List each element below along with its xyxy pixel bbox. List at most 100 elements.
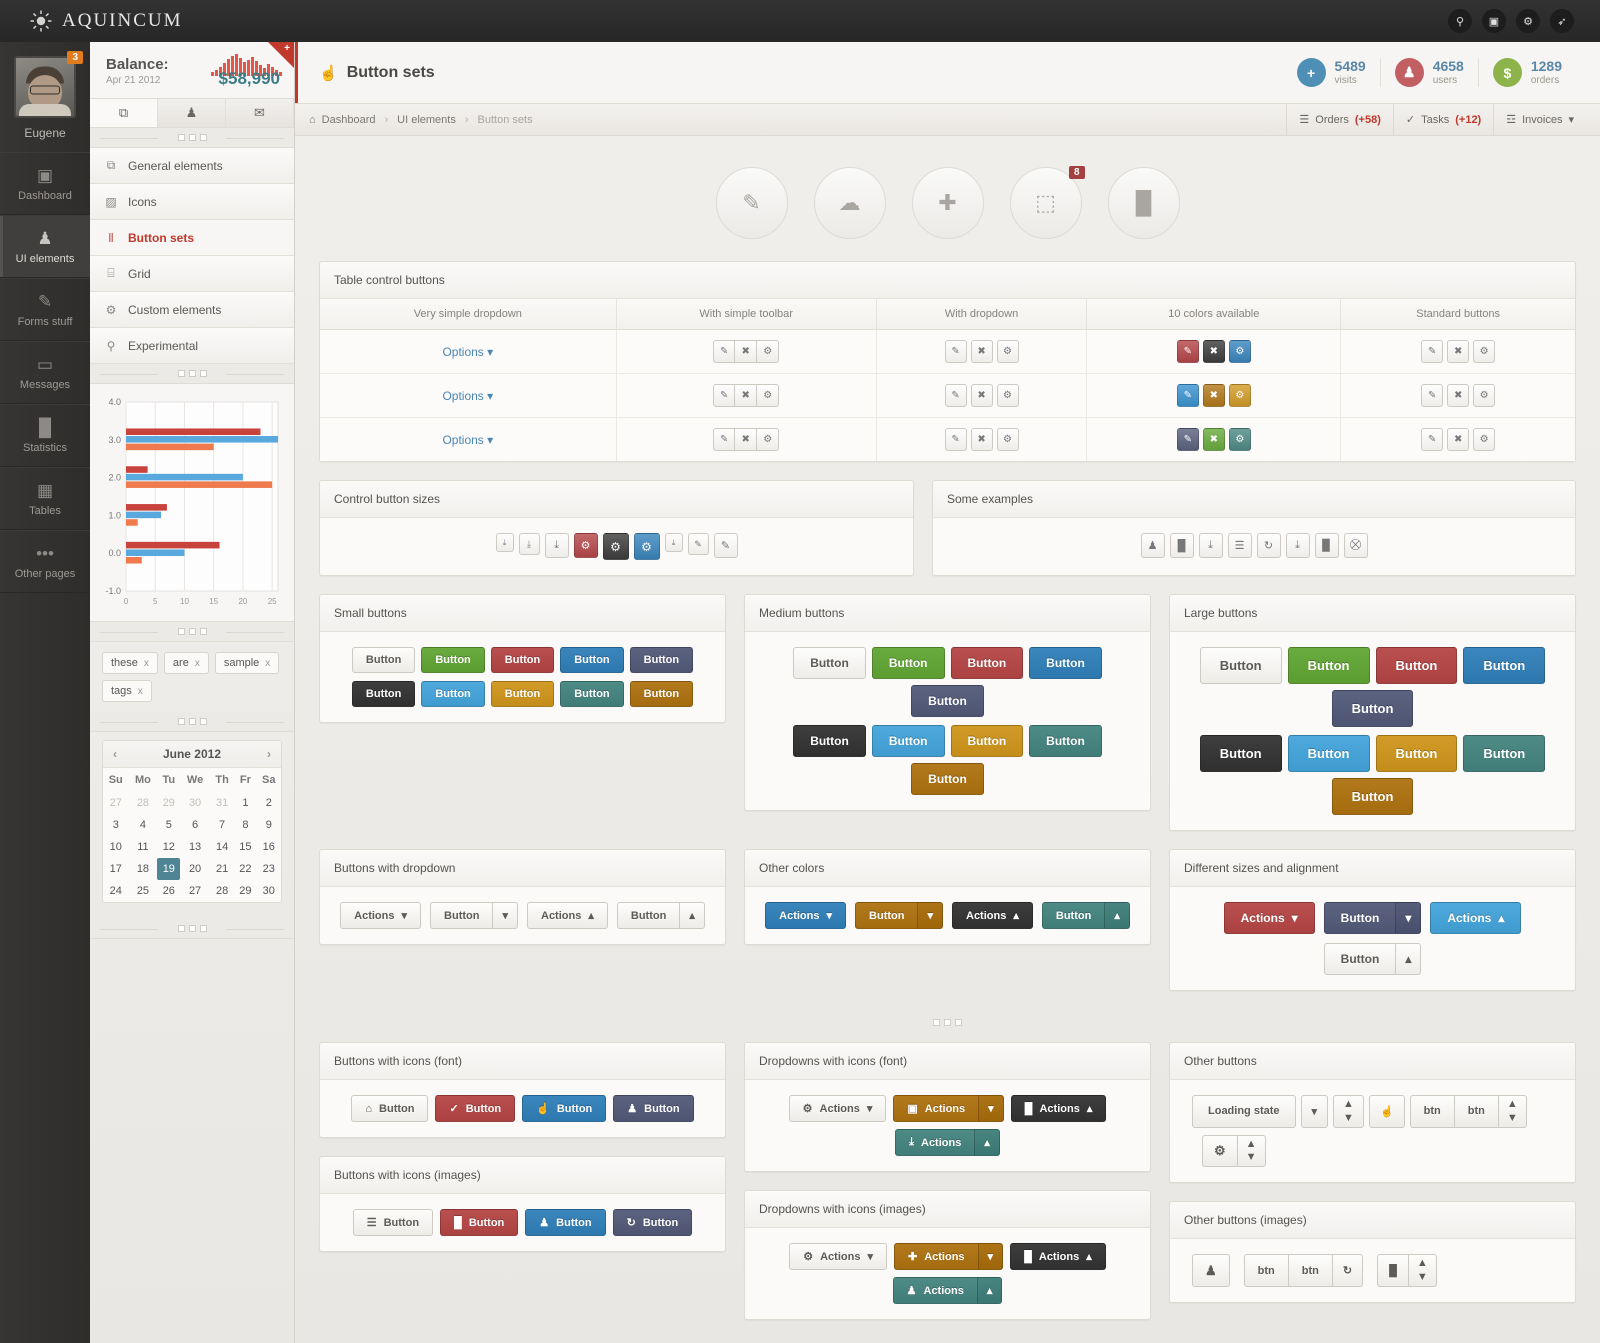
close-icon[interactable]: ✖ xyxy=(1447,428,1470,451)
button[interactable]: Button xyxy=(421,647,485,673)
gear-icon[interactable]: ⚙ xyxy=(1516,9,1540,33)
calendar-day[interactable]: 30 xyxy=(180,792,210,814)
edit-icon[interactable]: ✎ xyxy=(1421,384,1444,407)
gear-icon[interactable]: ⚙ xyxy=(1228,340,1251,363)
calendar-day[interactable]: 15 xyxy=(234,836,256,858)
calendar-day[interactable]: 4 xyxy=(129,814,158,836)
sidebar-item-messages[interactable]: ▭ Messages xyxy=(0,341,90,404)
calendar-day[interactable]: 27 xyxy=(103,792,129,814)
example-button-5[interactable]: ↻ xyxy=(1256,533,1281,558)
gear-button[interactable]: ⚙ xyxy=(602,533,629,560)
calendar-day[interactable]: 19 xyxy=(157,858,181,880)
chevron-up-icon[interactable]: ▴ xyxy=(1395,943,1422,975)
chart-button[interactable]: █ xyxy=(1377,1254,1408,1287)
calendar-day[interactable]: 3 xyxy=(103,814,129,836)
chevron-up-icon[interactable]: ▴ xyxy=(974,1129,1000,1156)
chevron-up-icon[interactable]: ▴ xyxy=(679,902,705,929)
button[interactable]: Button xyxy=(351,647,416,673)
button[interactable]: Button xyxy=(1029,647,1102,679)
gear-icon[interactable]: ⚙ xyxy=(757,384,780,407)
tag-item[interactable]: these x xyxy=(102,652,158,674)
refresh-button[interactable]: ↻ xyxy=(1331,1254,1364,1287)
spinner-button[interactable]: ▲ ▼ xyxy=(1497,1095,1527,1128)
button[interactable]: Button xyxy=(351,681,416,707)
gear-button[interactable]: ⚙ xyxy=(573,533,598,558)
gear-icon[interactable]: ⚙ xyxy=(1473,384,1496,407)
chevron-down-icon[interactable]: ▾ xyxy=(492,902,518,929)
dropdown-main[interactable]: █ Actions ▴ xyxy=(1010,1243,1106,1270)
calendar-day[interactable]: 14 xyxy=(210,836,234,858)
compose-round-button[interactable]: ✎ xyxy=(715,167,788,239)
avatar[interactable]: 3 xyxy=(14,51,83,118)
calendar-day[interactable]: 29 xyxy=(157,792,180,814)
button[interactable]: Button xyxy=(950,725,1024,757)
button[interactable]: Button xyxy=(490,681,555,707)
button[interactable]: Button xyxy=(1199,735,1282,772)
close-icon[interactable]: ✖ xyxy=(735,384,758,407)
button[interactable]: Button xyxy=(560,647,624,673)
calendar-day[interactable]: 12 xyxy=(157,836,180,858)
close-icon[interactable]: ✖ xyxy=(970,340,993,363)
dropdown-main[interactable]: ▣ Actions xyxy=(893,1095,979,1122)
calendar-day[interactable]: 8 xyxy=(234,814,256,836)
loading-state-button[interactable]: Loading state xyxy=(1192,1095,1296,1128)
calendar-day[interactable]: 26 xyxy=(157,880,180,902)
options-dropdown[interactable]: Options ▾ xyxy=(442,345,493,359)
dropdown-main[interactable]: ⚙ Actions ▾ xyxy=(789,1243,887,1270)
btn-label-2[interactable]: btn xyxy=(1287,1254,1332,1287)
dropdown-main[interactable]: ⤓ Actions xyxy=(895,1129,975,1156)
stat-users[interactable]: ♟ 4658 users xyxy=(1379,58,1478,87)
sidebar-item-forms-stuff[interactable]: ✎ Forms stuff xyxy=(0,278,90,341)
tag-item[interactable]: are x xyxy=(163,652,209,674)
calendar-day[interactable]: 25 xyxy=(129,880,158,902)
calendar-day[interactable]: 20 xyxy=(180,858,210,880)
button[interactable]: Button xyxy=(1199,647,1282,684)
chevron-down-icon[interactable]: ▾ xyxy=(978,1095,1004,1122)
tab-general[interactable]: ⧉ xyxy=(90,99,158,127)
button[interactable]: Button xyxy=(950,647,1024,679)
calendar-day[interactable]: 6 xyxy=(180,814,210,836)
edit-icon[interactable]: ✎ xyxy=(1176,384,1199,407)
calendar-day[interactable]: 5 xyxy=(157,814,180,836)
edit-icon[interactable]: ✎ xyxy=(713,428,736,451)
button[interactable]: Button xyxy=(1287,647,1370,684)
calendar-day[interactable]: 17 xyxy=(103,858,129,880)
menu-item-grid[interactable]: ⌸ Grid xyxy=(90,256,294,292)
stat-orders[interactable]: $1289 orders xyxy=(1477,58,1576,87)
calendar-day[interactable]: 18 xyxy=(129,858,158,880)
button[interactable]: Button xyxy=(1331,778,1414,815)
calendar-day[interactable]: 21 xyxy=(210,858,234,880)
spinner-button[interactable]: ▲ ▼ xyxy=(1407,1254,1437,1287)
chevron-up-icon[interactable]: ▴ xyxy=(976,1277,1003,1304)
edit-icon[interactable]: ✎ xyxy=(713,340,736,363)
icon-button[interactable]: ♟ Button xyxy=(613,1095,694,1122)
button[interactable]: Button xyxy=(560,681,624,707)
menu-item-icons[interactable]: ▨ Icons xyxy=(90,184,294,220)
calendar-day[interactable]: 2 xyxy=(257,792,281,814)
tab-inbox[interactable]: ✉ xyxy=(226,99,294,127)
calendar-day[interactable]: 22 xyxy=(234,858,256,880)
share-icon[interactable]: ➶ xyxy=(1550,9,1574,33)
gear-icon[interactable]: ⚙ xyxy=(1473,340,1496,363)
crumb-tasks[interactable]: ✓ Tasks (+12) xyxy=(1392,103,1493,136)
icon-button[interactable]: ✓ Button xyxy=(435,1095,516,1122)
dropdown-main[interactable]: Actions ▾ xyxy=(340,902,422,929)
example-button-7[interactable]: ▉ xyxy=(1314,533,1339,558)
close-icon[interactable]: ✖ xyxy=(1447,384,1470,407)
options-dropdown[interactable]: Options ▾ xyxy=(442,433,493,447)
dropdown-main[interactable]: ♟ Actions xyxy=(892,1277,977,1304)
crumb-invoices[interactable]: ☲ Invoices ▾ xyxy=(1493,103,1586,136)
gear-icon[interactable]: ⚙ xyxy=(996,340,1019,363)
close-icon[interactable]: ✖ xyxy=(1202,384,1225,407)
button[interactable]: Button xyxy=(793,647,866,679)
menu-item-experimental[interactable]: ⚲ Experimental xyxy=(90,328,294,364)
button[interactable]: Button xyxy=(1375,735,1458,772)
monitor-icon[interactable]: ▣ xyxy=(1482,9,1506,33)
btn-label-1[interactable]: btn xyxy=(1243,1254,1288,1287)
dropdown-main[interactable]: ⚙ Actions ▾ xyxy=(788,1095,887,1122)
button[interactable]: Button xyxy=(629,647,694,673)
calendar-day[interactable]: 13 xyxy=(180,836,210,858)
calendar-prev-button[interactable]: ‹ xyxy=(113,747,117,761)
gear-icon[interactable]: ⚙ xyxy=(996,384,1019,407)
example-button-4[interactable]: ☰ xyxy=(1227,533,1252,558)
